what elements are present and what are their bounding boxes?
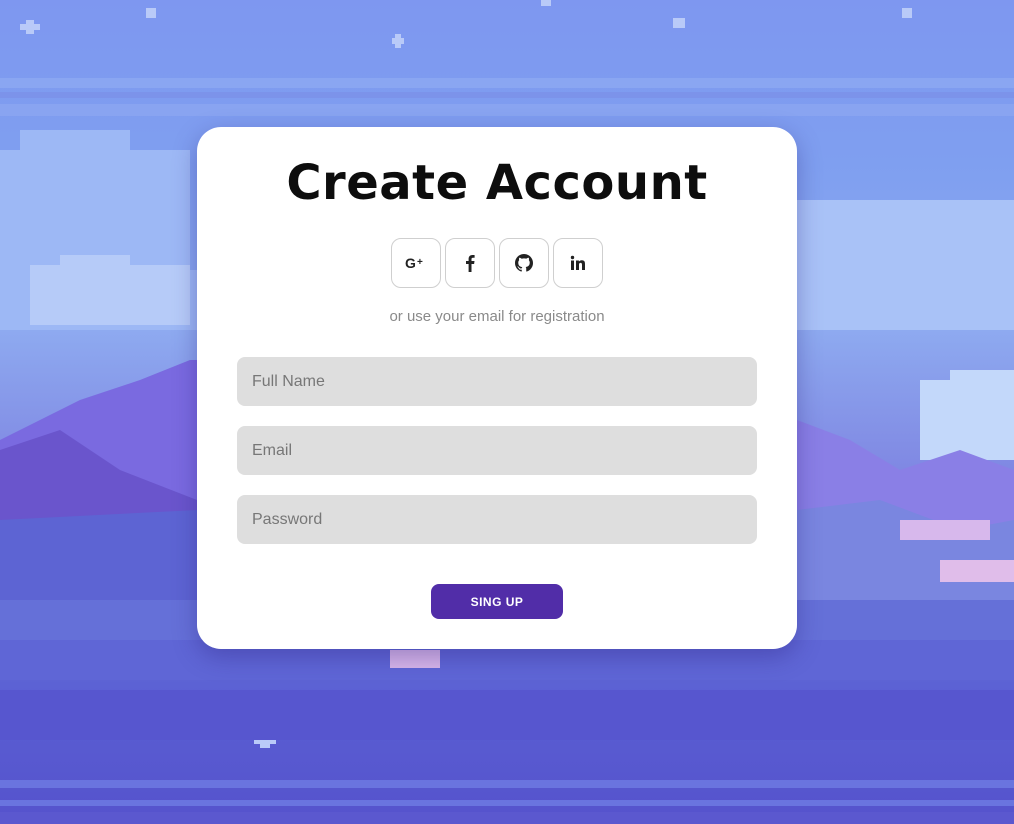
svg-text:G: G [405,256,416,270]
signup-card: Create Account G + or use your email for… [197,127,797,649]
email-input[interactable] [237,426,757,475]
github-button[interactable] [499,238,549,288]
password-input[interactable] [237,495,757,544]
linkedin-button[interactable] [553,238,603,288]
social-buttons: G + [391,238,603,288]
linkedin-icon [570,255,586,271]
facebook-button[interactable] [445,238,495,288]
github-icon [515,254,533,272]
google-plus-glyph: G + [405,256,423,270]
registration-hint: or use your email for registration [389,308,605,325]
google-plus-button[interactable]: G + [391,238,441,288]
full-name-input[interactable] [237,357,757,406]
svg-text:+: + [417,257,423,268]
google-plus-icon: G + [405,256,427,270]
facebook-icon [464,254,476,272]
sign-up-button[interactable]: SING UP [431,584,563,619]
page-title: Create Account [286,155,708,211]
